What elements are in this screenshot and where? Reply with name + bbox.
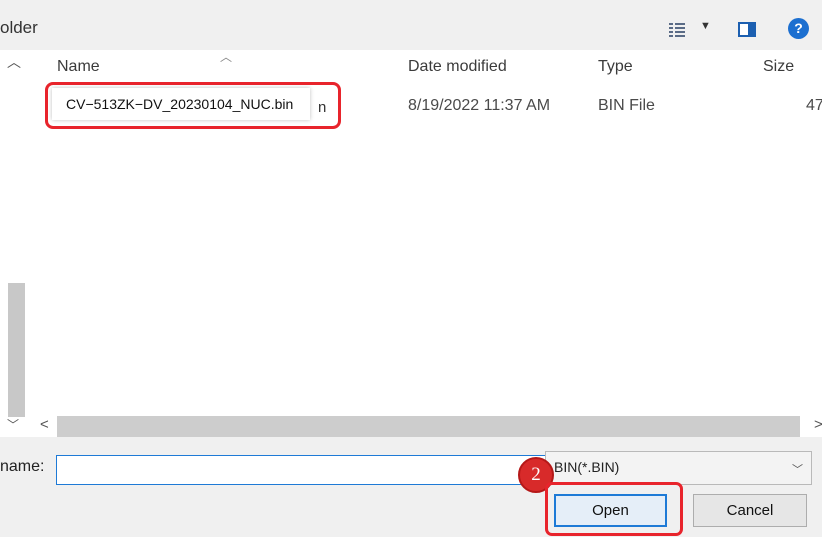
- open-button-highlight-box: [545, 482, 683, 536]
- cancel-button[interactable]: Cancel: [693, 494, 807, 527]
- file-name-input[interactable]: [56, 455, 546, 485]
- scroll-up-icon[interactable]: ︿: [7, 52, 21, 72]
- scroll-right-icon[interactable]: >: [814, 416, 822, 433]
- vertical-scrollbar[interactable]: ︿ ﹀: [0, 50, 28, 437]
- preview-pane-icon[interactable]: [738, 22, 756, 37]
- view-options-dropdown-icon[interactable]: ▼: [700, 20, 711, 32]
- column-header-name[interactable]: Name: [57, 58, 100, 76]
- horizontal-scroll-thumb[interactable]: [57, 416, 800, 437]
- horizontal-scrollbar[interactable]: < >: [28, 416, 822, 437]
- scroll-down-icon[interactable]: ﹀: [7, 416, 19, 433]
- folder-title: older: [0, 18, 38, 37]
- file-type-selected: BIN(*.BIN): [554, 459, 620, 475]
- file-date-modified: 8/19/2022 11:37 AM: [408, 97, 551, 114]
- chevron-down-icon[interactable]: ﹀: [792, 461, 803, 477]
- scroll-left-icon[interactable]: <: [40, 416, 49, 433]
- column-header-date-modified[interactable]: Date modified: [408, 58, 507, 76]
- column-header-type[interactable]: Type: [598, 58, 633, 76]
- file-type: BIN File: [598, 97, 655, 114]
- file-highlight-box: [45, 82, 341, 129]
- help-icon[interactable]: ?: [788, 18, 809, 39]
- file-size: 47: [806, 97, 822, 114]
- view-options-icon[interactable]: [668, 22, 686, 38]
- column-header-size[interactable]: Size: [763, 58, 794, 76]
- sort-ascending-icon: ︿: [220, 50, 233, 64]
- dialog-toolbar: older ▼ ?: [0, 0, 822, 50]
- vertical-scroll-thumb[interactable]: [8, 283, 25, 417]
- file-name-label: name:: [0, 458, 45, 475]
